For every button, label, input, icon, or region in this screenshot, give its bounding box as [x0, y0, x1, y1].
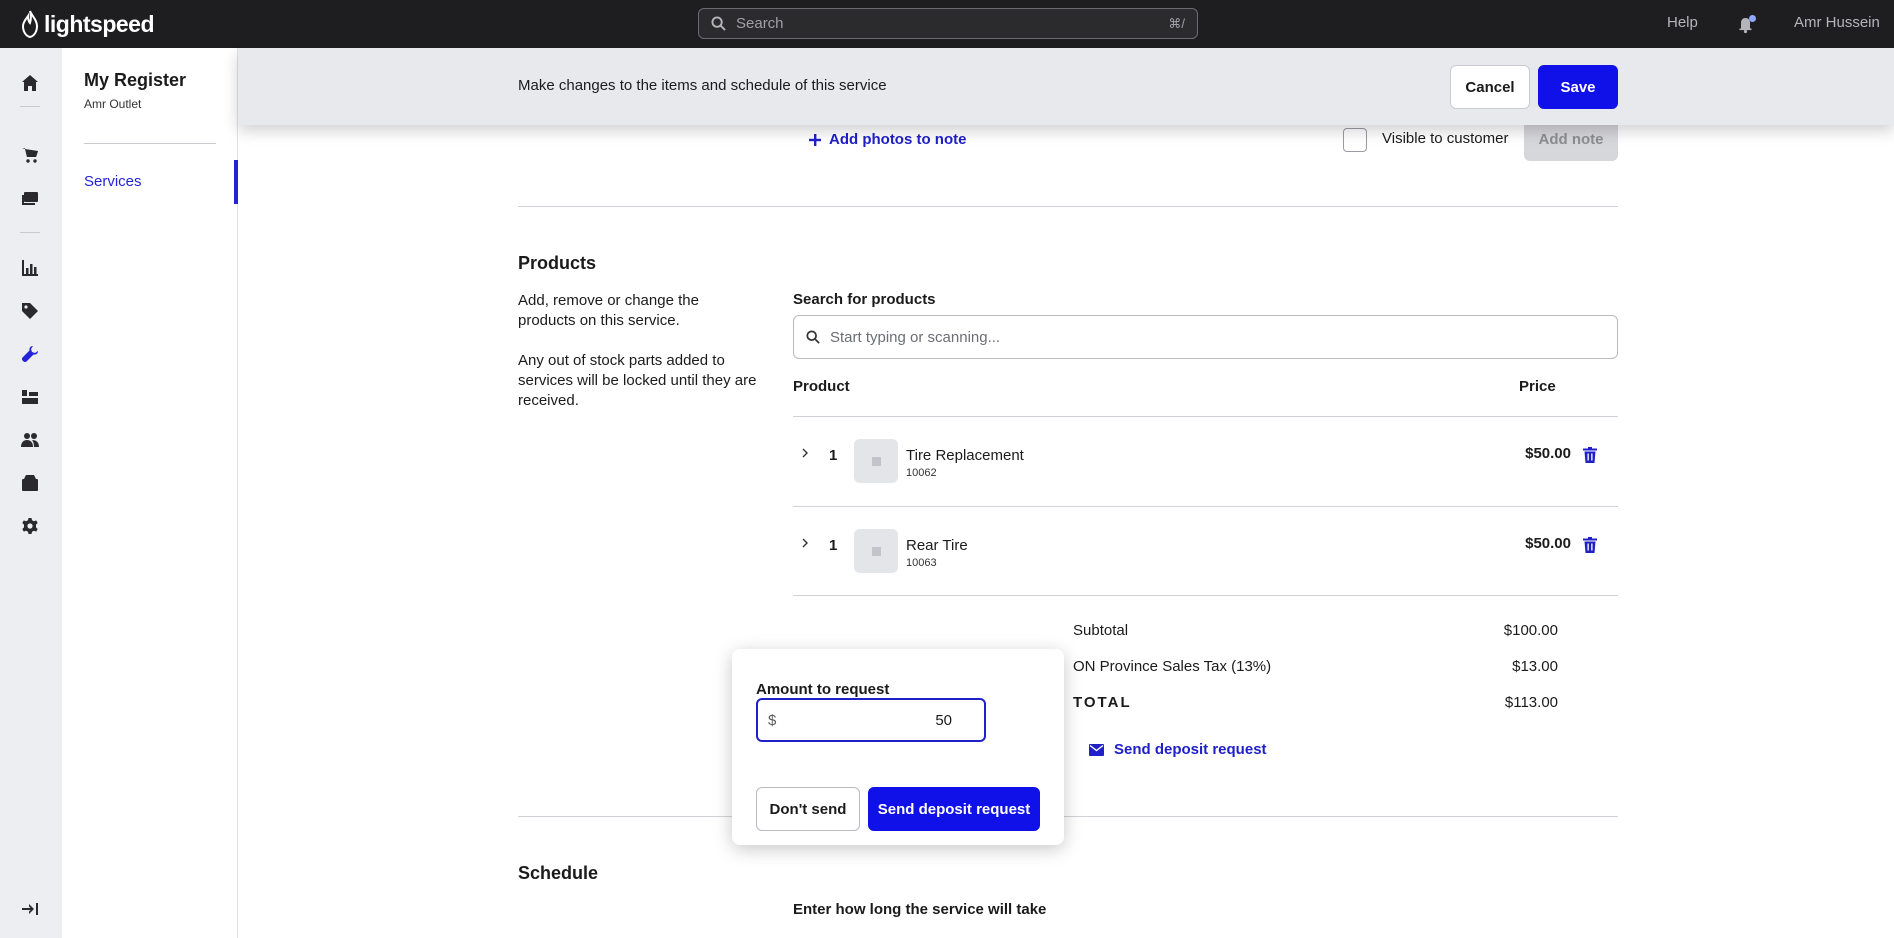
icon-rail — [0, 48, 62, 938]
top-bar: lightspeed Search ⌘/ Help Amr Hussein — [0, 0, 1894, 48]
flame-icon — [21, 10, 39, 38]
register-title: My Register — [84, 70, 187, 90]
edit-action-bar: Make changes to the items and schedule o… — [238, 48, 1894, 125]
amount-value: 50 — [935, 711, 952, 729]
register-sidebar: My Register Amr Outlet Services — [62, 48, 238, 938]
envelope-icon — [1089, 743, 1104, 756]
sidebar-divider — [84, 143, 216, 144]
plus-icon — [809, 133, 821, 146]
lightspeed-logo[interactable]: lightspeed — [20, 10, 155, 38]
inventory-icon[interactable] — [18, 385, 42, 409]
bell-icon[interactable] — [1737, 14, 1757, 34]
subtotal-value: $100.00 — [1503, 622, 1558, 639]
product-qty[interactable]: 1 — [829, 447, 837, 464]
product-name: Tire Replacement — [906, 447, 1024, 464]
rail-divider — [20, 106, 40, 107]
trash-icon[interactable] — [1583, 447, 1597, 463]
table-bottom-divider — [793, 595, 1618, 596]
schedule-subtitle: Enter how long the service will take — [793, 901, 1047, 918]
chevron-right-icon[interactable] — [799, 447, 811, 459]
search-icon — [711, 16, 726, 31]
main-content: Make changes to the items and schedule o… — [238, 48, 1894, 938]
amount-input[interactable]: $ 50 — [756, 698, 986, 742]
product-search-placeholder: Start typing or scanning... — [830, 328, 1001, 346]
section-divider — [518, 206, 1618, 207]
tax-value: $13.00 — [1512, 658, 1558, 675]
sidebar-item-services[interactable]: Services — [84, 173, 142, 190]
product-price: $50.00 — [1525, 535, 1571, 552]
price-column-header: Price — [1519, 378, 1556, 395]
ecommerce-icon[interactable] — [18, 471, 42, 495]
stock-note: Any out of stock parts added to services… — [518, 352, 757, 409]
edit-message: Make changes to the items and schedule o… — [518, 77, 887, 94]
cancel-button[interactable]: Cancel — [1450, 65, 1530, 109]
reports-icon[interactable] — [18, 256, 42, 280]
send-deposit-button[interactable]: Send deposit request — [868, 787, 1040, 831]
subtotal-label: Subtotal — [1073, 622, 1129, 639]
product-qty[interactable]: 1 — [829, 537, 837, 554]
product-search-input[interactable]: Start typing or scanning... — [793, 315, 1618, 359]
tag-icon[interactable] — [18, 299, 42, 323]
product-thumbnail — [854, 529, 898, 573]
search-placeholder: Search — [736, 15, 784, 32]
customers-icon[interactable] — [18, 428, 42, 452]
table-row: 1 Tire Replacement 10062 $50.00 — [793, 416, 1618, 506]
register-icon[interactable] — [18, 186, 42, 210]
visible-to-customer-checkbox[interactable] — [1343, 128, 1367, 152]
logo-text: lightspeed — [44, 10, 155, 37]
chevron-right-icon[interactable] — [799, 537, 811, 549]
tax-label: ON Province Sales Tax (13%) — [1073, 658, 1272, 675]
currency-symbol: $ — [768, 711, 777, 729]
home-icon[interactable] — [18, 71, 42, 95]
search-icon — [806, 330, 820, 344]
product-name: Rear Tire — [906, 537, 968, 554]
schedule-title: Schedule — [518, 863, 599, 883]
global-search[interactable]: Search ⌘/ — [698, 8, 1198, 39]
total-value: $113.00 — [1504, 694, 1558, 711]
amount-label: Amount to request — [756, 681, 890, 698]
product-thumbnail — [854, 439, 898, 483]
section-divider — [518, 816, 1618, 817]
trash-icon[interactable] — [1583, 537, 1597, 553]
send-deposit-link-label: Send deposit request — [1114, 741, 1267, 758]
collapse-icon[interactable] — [18, 897, 42, 921]
send-deposit-link[interactable]: Send deposit request — [1089, 741, 1267, 758]
product-sku: 10063 — [906, 557, 937, 569]
save-button[interactable]: Save — [1538, 65, 1618, 109]
visible-to-customer-label: Visible to customer — [1382, 130, 1509, 147]
add-photos-label: Add photos to note — [829, 131, 967, 148]
product-sku: 10062 — [906, 467, 937, 479]
rail-divider — [20, 232, 40, 233]
user-menu[interactable]: Amr Hussein — [1794, 14, 1880, 31]
settings-icon[interactable] — [18, 514, 42, 538]
table-row: 1 Rear Tire 10063 $50.00 — [793, 506, 1618, 596]
deposit-request-popover: Amount to request $ 50 Don't send Send d… — [732, 649, 1064, 845]
dont-send-button[interactable]: Don't send — [756, 787, 860, 831]
search-shortcut: ⌘/ — [1168, 15, 1185, 31]
add-photos-link[interactable]: Add photos to note — [809, 131, 966, 148]
product-search-label: Search for products — [793, 291, 936, 308]
products-description: Add, remove or change the products on th… — [518, 292, 699, 329]
product-column-header: Product — [793, 378, 850, 395]
wrench-icon[interactable] — [18, 342, 42, 366]
product-price: $50.00 — [1525, 445, 1571, 462]
cart-icon[interactable] — [18, 143, 42, 167]
outlet-name: Amr Outlet — [84, 97, 142, 111]
products-title: Products — [518, 253, 597, 273]
total-label: TOTAL — [1073, 694, 1132, 711]
help-link[interactable]: Help — [1667, 14, 1698, 31]
